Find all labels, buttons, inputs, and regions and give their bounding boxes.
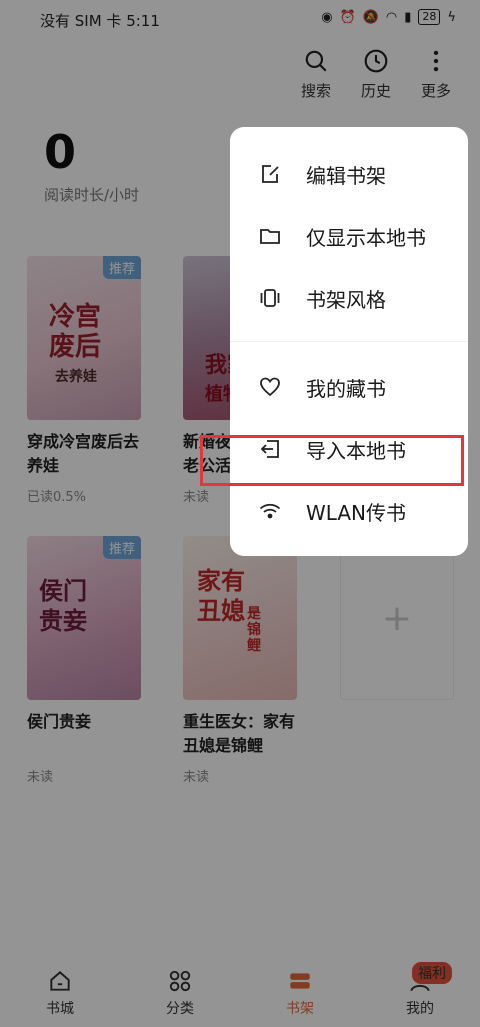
menu-edit-shelf-label: 编辑书架 [306,163,386,188]
folder-icon [260,229,280,244]
highlight-box [200,435,464,486]
layout-icon [260,289,280,307]
menu-wlan-transfer[interactable]: WLAN传书 [230,481,468,541]
menu-shelf-style-label: 书架风格 [306,287,386,312]
menu-my-collection[interactable]: 我的藏书 [230,357,468,417]
menu-wlan-transfer-label: WLAN传书 [306,500,407,525]
menu-edit-shelf[interactable]: 编辑书架 [230,144,468,204]
edit-icon [262,165,279,183]
menu-my-collection-label: 我的藏书 [306,376,386,401]
menu-local-only[interactable]: 仅显示本地书 [230,206,468,266]
wifi-icon [259,503,281,519]
menu-divider [230,341,468,342]
heart-icon [260,377,280,397]
menu-shelf-style[interactable]: 书架风格 [230,268,468,328]
more-menu: 编辑书架 仅显示本地书 书架风格 我的藏书 导入本地书 WLAN传书 [230,127,468,556]
menu-local-only-label: 仅显示本地书 [306,225,426,250]
